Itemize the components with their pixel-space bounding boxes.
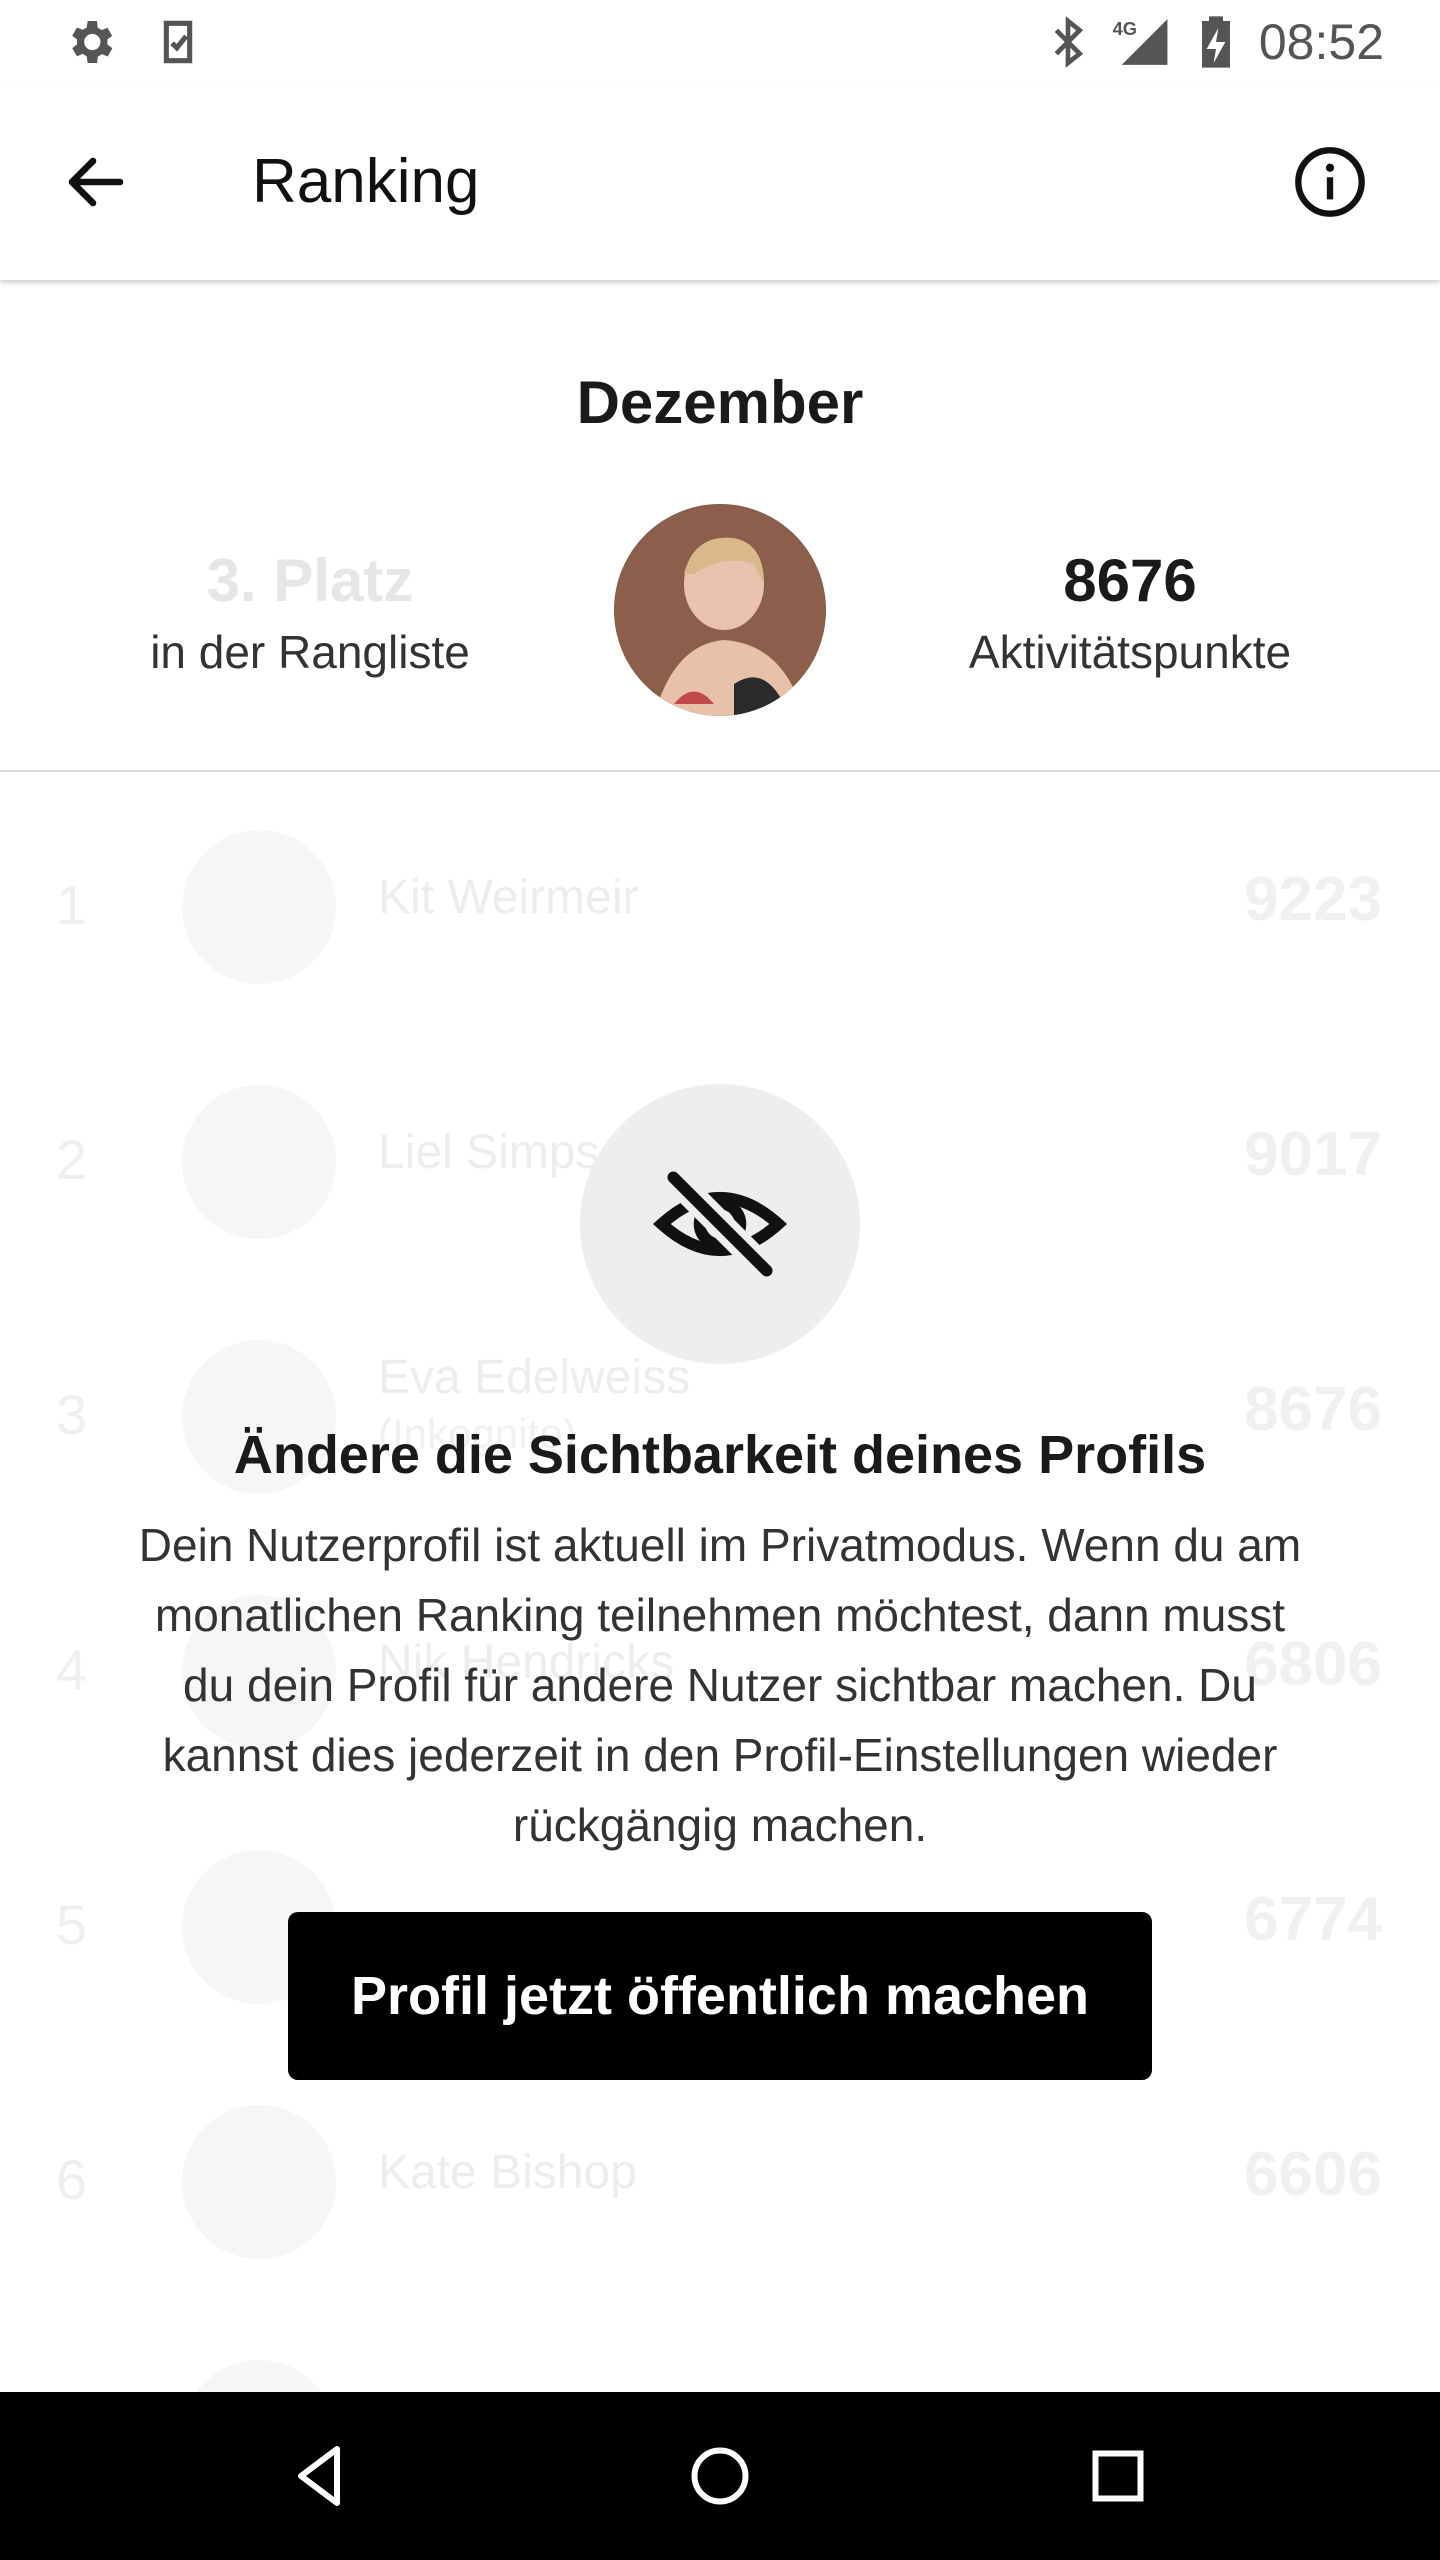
nav-recents-icon[interactable]: [1082, 2440, 1154, 2512]
ranking-row: 1 Kit Weirmeir 9223: [0, 780, 1440, 1035]
bluetooth-icon: [1040, 14, 1096, 75]
rank-label: in der Rangliste: [150, 626, 470, 678]
rank-value: 3. Platz: [206, 547, 414, 614]
rank-summary: 3. Platz in der Rangliste: [100, 548, 520, 680]
avatar: [182, 2105, 336, 2259]
page-title: Ranking: [252, 147, 480, 216]
avatar: [182, 1085, 336, 1239]
rank-score: 9223: [1244, 865, 1382, 934]
overlay-title: Ändere die Sichtbarkeit deines Profils: [233, 1425, 1207, 1485]
nav-back-icon[interactable]: [286, 2440, 358, 2512]
back-arrow-icon: [68, 157, 124, 207]
rank-score: 6606: [1244, 2140, 1382, 2209]
app-bar: Ranking: [0, 84, 1440, 280]
user-avatar[interactable]: [614, 504, 826, 716]
rank-score: 9017: [1244, 1120, 1382, 1189]
info-button[interactable]: [1292, 144, 1368, 220]
signal-icon: 4G: [1108, 14, 1172, 75]
rank-name: Kit Weirmeir: [378, 871, 639, 924]
ranking-row: 6 Kate Bishop 6606: [0, 2055, 1440, 2310]
eye-off-icon: [652, 1164, 788, 1284]
make-profile-public-button[interactable]: Profil jetzt öffentlich machen: [288, 1912, 1152, 2080]
points-label: Aktivitätspunkte: [968, 626, 1292, 678]
points-summary: 8676 Aktivitätspunkte: [910, 548, 1350, 680]
avatar: [182, 830, 336, 984]
divider: [0, 770, 1440, 772]
visibility-badge: [580, 1084, 860, 1364]
back-button[interactable]: [60, 146, 132, 218]
info-icon: [1295, 147, 1365, 217]
rank-position: 1: [56, 873, 88, 936]
clipboard-check-icon: [150, 14, 206, 75]
points-value: 8676: [1063, 547, 1197, 614]
settings-icon: [62, 14, 118, 75]
rank-position: 4: [56, 1638, 88, 1701]
rank-score: 6774: [1244, 1885, 1382, 1954]
rank-name: Eva Edelweiss: [378, 1351, 691, 1404]
rank-name: Kate Bishop: [378, 2146, 637, 2199]
overlay-text: Dein Nutzerprofil ist aktuell im Privatm…: [138, 1519, 1302, 1851]
nav-home-icon[interactable]: [684, 2440, 756, 2512]
battery-charging-icon: [1192, 14, 1240, 75]
status-time: 08:52: [1258, 14, 1384, 70]
rank-position: 2: [56, 1128, 88, 1191]
status-bar: 4G 08:52: [0, 0, 1440, 84]
rank-position: 6: [56, 2148, 88, 2211]
network-label: 4G: [1113, 18, 1137, 39]
rank-name: Liel Simps: [378, 1126, 600, 1179]
system-nav-bar: [0, 2392, 1440, 2560]
rank-position: 5: [56, 1893, 88, 1956]
month-title: Dezember: [576, 369, 864, 436]
